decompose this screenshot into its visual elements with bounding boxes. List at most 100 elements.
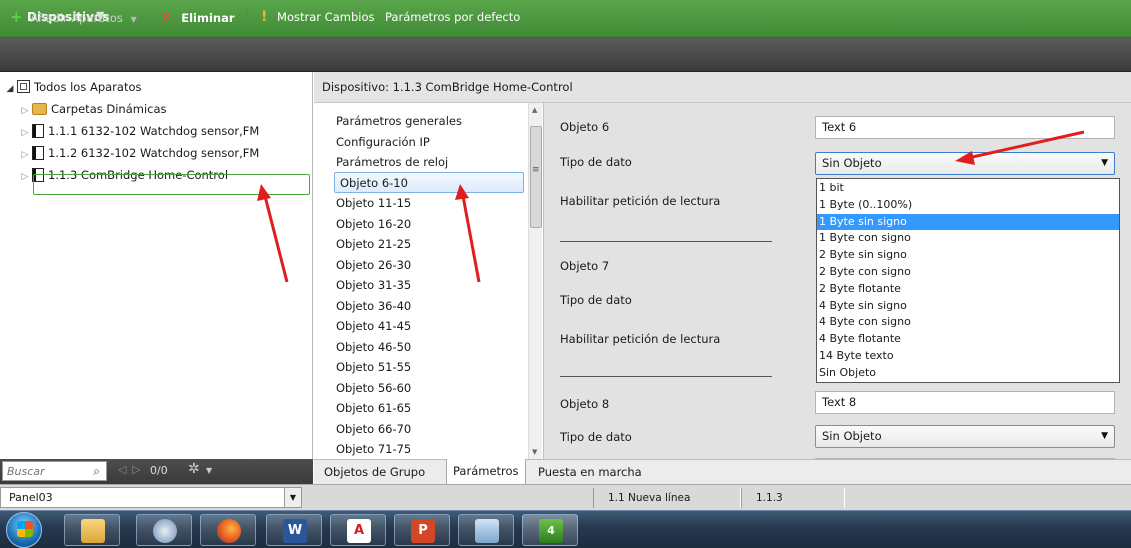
tab-commissioning[interactable]: Puesta en marcha (532, 460, 648, 484)
obj8-text-field[interactable]: Text 8 (815, 391, 1115, 414)
search-box[interactable]: ⌕ (2, 461, 107, 481)
taskbar-word-button[interactable]: W (266, 514, 322, 546)
add-devices-button[interactable]: + Añadir Aparatos ▼ (10, 0, 137, 34)
show-changes-label: Mostrar Cambios (277, 10, 375, 24)
chevron-down-icon: ▼ (130, 15, 137, 24)
param-item-obj-21-25[interactable]: Objeto 21-25 (314, 234, 542, 255)
param-item-obj-6-10[interactable]: Objeto 6-10 (314, 173, 542, 194)
tree-item-root[interactable]: ◢ Todos los Aparatos (0, 76, 312, 98)
panel-select[interactable]: Panel03 ▼ (0, 487, 302, 508)
param-item-obj-26-30[interactable]: Objeto 26-30 (314, 255, 542, 276)
toolbar-separator (247, 8, 248, 26)
tree-item-label: 1.1.1 6132-102 Watchdog sensor,FM (48, 124, 260, 138)
bottom-tabs: Objetos de Grupo Parámetros Puesta en ma… (314, 459, 1131, 484)
obj8-datatype-select[interactable]: Sin Objeto ▼ (815, 425, 1115, 448)
toolbar (0, 38, 1131, 72)
param-item-obj-41-45[interactable]: Objeto 41-45 (314, 316, 542, 337)
taskbar-explorer-button[interactable] (64, 514, 120, 546)
windows-start-icon[interactable] (6, 512, 42, 548)
param-item-obj-66-70[interactable]: Objeto 66-70 (314, 419, 542, 440)
dropdown-option[interactable]: 4 Byte con signo (817, 314, 1119, 331)
folder-icon (81, 519, 105, 543)
chevron-down-icon[interactable]: ▼ (1101, 426, 1108, 447)
dropdown-option[interactable]: 1 Byte (0..100%) (817, 197, 1119, 214)
tree-item-device-111[interactable]: ▷ 1.1.1 6132-102 Watchdog sensor,FM (0, 120, 312, 142)
device-icon (32, 146, 44, 160)
tree-item-label: 1.1.2 6132-102 Watchdog sensor,FM (48, 146, 260, 160)
obj6-datatype-value: Sin Objeto (822, 156, 882, 170)
dropdown-option[interactable]: Sin Objeto (817, 365, 1119, 382)
expander-triangle-icon[interactable]: ▷ (18, 100, 32, 122)
delete-button[interactable]: ✕ Eliminar (160, 0, 235, 34)
taskbar-calculator-button[interactable] (458, 514, 514, 546)
param-item-obj-51-55[interactable]: Objeto 51-55 (314, 357, 542, 378)
param-item-obj-16-20[interactable]: Objeto 16-20 (314, 214, 542, 235)
param-item-obj-31-35[interactable]: Objeto 31-35 (314, 275, 542, 296)
param-item-obj-11-15[interactable]: Objeto 11-15 (314, 193, 542, 214)
dropdown-option[interactable]: 4 Byte sin signo (817, 298, 1119, 315)
scroll-up-icon[interactable]: ▲ (532, 106, 537, 114)
device-icon (32, 124, 44, 138)
tab-group-objects[interactable]: Objetos de Grupo (318, 460, 431, 484)
show-changes-button[interactable]: ! Mostrar Cambios (261, 0, 374, 34)
param-item-obj-36-40[interactable]: Objeto 36-40 (314, 296, 542, 317)
chevron-down-icon[interactable]: ▼ (284, 488, 301, 507)
exclamation-icon: ! (261, 9, 268, 25)
default-params-button[interactable]: Parámetros por defecto (385, 0, 520, 34)
search-icon[interactable]: ⌕ (93, 462, 100, 480)
tree-selection-outline (33, 174, 310, 195)
expanded-triangle-icon[interactable]: ◢ (3, 78, 17, 100)
obj7-datatype-label: Tipo de dato (560, 293, 632, 307)
scrollbar-thumb[interactable]: ≡ (530, 126, 542, 228)
next-arrow-icon[interactable]: ▷ (132, 463, 140, 476)
delete-label: Eliminar (181, 11, 235, 25)
tree-item-dynamic-folders[interactable]: ▷ Carpetas Dinámicas (0, 98, 312, 120)
mail-client-icon (153, 519, 177, 543)
firefox-icon (217, 519, 241, 543)
param-item-general[interactable]: Parámetros generales (314, 111, 542, 132)
dropdown-option[interactable]: 1 bit (817, 180, 1119, 197)
status-bar: Panel03 ▼ 1.1 Nueva línea 1.1.3 ComBridg… (0, 484, 1131, 524)
param-item-obj-46-50[interactable]: Objeto 46-50 (314, 337, 542, 358)
scroll-down-icon[interactable]: ▼ (532, 448, 537, 456)
obj6-datatype-label: Tipo de dato (560, 155, 632, 169)
dropdown-option[interactable]: 4 Byte flotante (817, 331, 1119, 348)
param-item-clock[interactable]: Parámetros de reloj (314, 152, 542, 173)
param-item-obj-61-65[interactable]: Objeto 61-65 (314, 398, 542, 419)
search-input[interactable] (3, 462, 81, 480)
chevron-down-icon[interactable]: ▼ (206, 466, 212, 475)
folder-search-icon (32, 103, 47, 115)
tree-item-device-112[interactable]: ▷ 1.1.2 6132-102 Watchdog sensor,FM (0, 142, 312, 164)
tab-parameters[interactable]: Parámetros (446, 459, 526, 484)
add-devices-label: Añadir Aparatos (30, 11, 123, 25)
dropdown-option[interactable]: 14 Byte texto (817, 348, 1119, 365)
taskbar-thunderbird-button[interactable] (136, 514, 192, 546)
obj8-datatype-label: Tipo de dato (560, 430, 632, 444)
acrobat-icon: A (347, 519, 371, 543)
dropdown-option[interactable]: 1 Byte con signo (817, 230, 1119, 247)
ets-app-icon: 4 (539, 519, 563, 543)
param-item-ip[interactable]: Configuración IP (314, 132, 542, 153)
separator-line (560, 241, 772, 242)
expander-triangle-icon[interactable]: ▷ (18, 144, 32, 166)
prev-arrow-icon[interactable]: ◁ (118, 463, 126, 476)
dropdown-option[interactable]: 2 Byte sin signo (817, 247, 1119, 264)
obj6-text-field[interactable]: Text 6 (815, 116, 1115, 139)
obj8-label: Objeto 8 (560, 397, 610, 411)
dropdown-option[interactable]: 2 Byte con signo (817, 264, 1119, 281)
datatype-dropdown[interactable]: 1 bit 1 Byte (0..100%) 1 Byte sin signo … (816, 178, 1120, 383)
taskbar-acrobat-button[interactable]: A (330, 514, 386, 546)
dropdown-option[interactable]: 2 Byte flotante (817, 281, 1119, 298)
taskbar-ets-button[interactable]: 4 (522, 514, 578, 546)
gear-icon[interactable]: ✲ (188, 461, 200, 477)
param-item-obj-71-75[interactable]: Objeto 71-75 (314, 439, 542, 459)
expander-triangle-icon[interactable]: ▷ (18, 122, 32, 144)
param-item-obj-56-60[interactable]: Objeto 56-60 (314, 378, 542, 399)
expander-triangle-icon[interactable]: ▷ (18, 166, 32, 188)
search-bar: ⌕ ◁ ▷ 0/0 ✲ ▼ (0, 459, 313, 484)
obj6-datatype-select[interactable]: Sin Objeto ▼ (815, 152, 1115, 175)
chevron-down-icon[interactable]: ▼ (1101, 153, 1108, 174)
taskbar-firefox-button[interactable] (200, 514, 256, 546)
dropdown-option-highlighted[interactable]: 1 Byte sin signo (817, 213, 1119, 231)
taskbar-powerpoint-button[interactable]: P (394, 514, 450, 546)
